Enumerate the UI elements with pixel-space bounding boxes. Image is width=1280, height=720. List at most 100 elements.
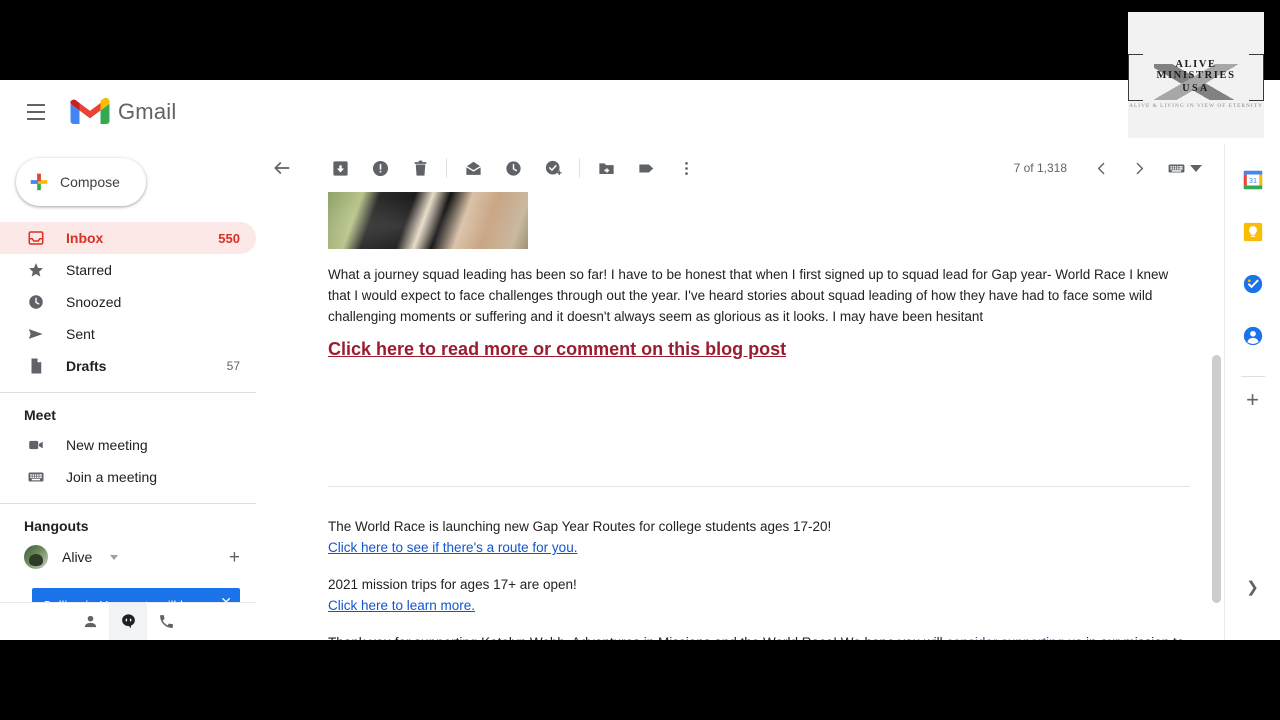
inbox-unread-count: 550 bbox=[218, 230, 240, 246]
sidebar-item-starred[interactable]: Starred bbox=[0, 254, 256, 286]
sidebar-item-inbox[interactable]: Inbox 550 bbox=[0, 222, 256, 254]
sidebar-item-label: Drafts bbox=[66, 358, 107, 374]
calendar-day-number: 31 bbox=[1248, 176, 1256, 185]
right-side-panel: 31 + ❯ bbox=[1224, 144, 1280, 640]
keyboard-icon bbox=[1168, 164, 1185, 172]
toolbar-divider-2 bbox=[579, 158, 580, 178]
toolbar-divider bbox=[446, 158, 447, 178]
blog-post-link[interactable]: Click here to read more or comment on th… bbox=[328, 339, 786, 360]
caret-down-icon bbox=[1190, 164, 1202, 172]
mark-unread-button[interactable] bbox=[453, 148, 493, 188]
add-to-tasks-button[interactable] bbox=[533, 148, 573, 188]
app-header: Gmail bbox=[0, 80, 1280, 144]
mission-trips-line: 2021 mission trips for ages 17+ are open… bbox=[328, 577, 577, 592]
move-to-button[interactable] bbox=[586, 148, 626, 188]
sidebar-item-label: New meeting bbox=[66, 437, 148, 453]
alive-ministries-logo-overlay: ALIVE MINISTRIES USA ALIVE & LIVING IN V… bbox=[1128, 12, 1264, 138]
sidebar-item-join-meeting[interactable]: Join a meeting bbox=[0, 461, 256, 493]
google-calendar-icon[interactable]: 31 bbox=[1233, 160, 1273, 200]
google-tasks-icon[interactable] bbox=[1233, 264, 1273, 304]
expand-panel-chevron-right-icon[interactable]: ❯ bbox=[1246, 578, 1259, 596]
add-to-tasks-icon bbox=[545, 160, 562, 175]
sidebar-item-label: Sent bbox=[66, 326, 95, 342]
delete-trash-icon bbox=[414, 160, 426, 176]
more-options-button[interactable] bbox=[666, 148, 706, 188]
gmail-logo[interactable]: Gmail bbox=[70, 97, 176, 127]
hangouts-tab-calls[interactable] bbox=[147, 603, 185, 641]
labels-button[interactable] bbox=[626, 148, 666, 188]
previous-message-button[interactable] bbox=[1083, 150, 1119, 186]
gmail-app-window: Gmail Search mail Compose Inbox 550 Star… bbox=[0, 80, 1280, 640]
gap-year-route-link[interactable]: Click here to see if there's a route for… bbox=[328, 537, 1192, 558]
add-app-plus-icon[interactable]: + bbox=[1246, 389, 1259, 411]
inbox-icon bbox=[26, 228, 46, 248]
gmail-wordmark: Gmail bbox=[118, 99, 177, 124]
hangouts-tab-contacts[interactable] bbox=[71, 603, 109, 641]
google-contacts-icon[interactable] bbox=[1233, 316, 1273, 356]
google-keep-icon[interactable] bbox=[1233, 212, 1273, 252]
more-vertical-icon bbox=[684, 161, 688, 175]
keyboard-icon bbox=[26, 467, 46, 487]
gap-year-line: The World Race is launching new Gap Year… bbox=[328, 519, 832, 534]
archive-icon bbox=[332, 160, 348, 176]
hangouts-tab-conversations[interactable] bbox=[109, 602, 147, 640]
sidebar-item-label: Snoozed bbox=[66, 294, 122, 310]
hamburger-menu-icon[interactable] bbox=[12, 88, 60, 136]
compose-label: Compose bbox=[60, 174, 120, 190]
content-divider-1 bbox=[328, 486, 1190, 487]
report-spam-icon bbox=[372, 160, 388, 176]
phone-icon bbox=[159, 615, 173, 628]
overlay-line-2: USA bbox=[1182, 82, 1210, 94]
arrow-back-icon bbox=[274, 162, 290, 174]
hangouts-user-row[interactable]: Alive + bbox=[0, 540, 256, 574]
next-message-button[interactable] bbox=[1121, 150, 1157, 186]
plus-icon[interactable]: + bbox=[229, 548, 240, 567]
sidebar-item-sent[interactable]: Sent bbox=[0, 318, 256, 350]
gmail-m-logo bbox=[70, 97, 110, 124]
report-spam-button[interactable] bbox=[360, 148, 400, 188]
gap-year-block: The World Race is launching new Gap Year… bbox=[328, 516, 1192, 558]
mission-trips-link[interactable]: Click here to learn more. bbox=[328, 595, 1192, 616]
draft-icon bbox=[26, 356, 46, 376]
video-camera-icon bbox=[26, 435, 46, 455]
message-pager: 7 of 1,318 bbox=[1014, 150, 1216, 186]
compose-button[interactable]: Compose bbox=[16, 158, 146, 206]
mailbox-nav-list: Inbox 550 Starred Snoozed Sent Drafts 57 bbox=[0, 222, 256, 382]
sidebar-item-new-meeting[interactable]: New meeting bbox=[0, 429, 256, 461]
chevron-left-icon bbox=[1097, 162, 1104, 174]
overlay-line-1: ALIVE MINISTRIES bbox=[1156, 58, 1236, 81]
sidebar-item-label: Starred bbox=[66, 262, 112, 278]
snooze-clock-icon bbox=[505, 160, 521, 176]
screen: Gmail Search mail Compose Inbox 550 Star… bbox=[0, 0, 1280, 720]
sidebar-item-drafts[interactable]: Drafts 57 bbox=[0, 350, 256, 382]
hangouts-quote-icon bbox=[121, 614, 135, 629]
snooze-button[interactable] bbox=[493, 148, 533, 188]
sidebar-item-label: Join a meeting bbox=[66, 469, 158, 485]
message-body: What a journey squad leading has been so… bbox=[256, 192, 1216, 640]
archive-button[interactable] bbox=[320, 148, 360, 188]
sidebar-item-label: Inbox bbox=[66, 230, 104, 246]
caret-down-icon[interactable] bbox=[110, 554, 119, 560]
thank-you-text-pre: Thank you for supporting Katelyn Webb, A… bbox=[328, 635, 946, 640]
back-button[interactable] bbox=[262, 148, 302, 188]
message-toolbar: 7 of 1,318 bbox=[256, 144, 1216, 192]
chevron-right-icon bbox=[1136, 162, 1143, 174]
scrollbar-thumb[interactable] bbox=[1212, 355, 1221, 603]
left-sidebar: Compose Inbox 550 Starred Snoozed Sent D… bbox=[0, 144, 256, 640]
supporting-us-link[interactable]: consider supporting us bbox=[946, 635, 1082, 640]
delete-button[interactable] bbox=[400, 148, 440, 188]
input-tools-button[interactable] bbox=[1167, 159, 1202, 178]
mark-unread-icon bbox=[465, 161, 481, 175]
hangouts-tab-bar bbox=[0, 602, 256, 640]
pager-count: 7 of 1,318 bbox=[1013, 161, 1067, 175]
plus-multicolor-icon bbox=[30, 173, 48, 191]
right-panel-divider bbox=[1240, 376, 1265, 377]
message-paragraph-1: What a journey squad leading has been so… bbox=[328, 267, 1169, 324]
sidebar-item-snoozed[interactable]: Snoozed bbox=[0, 286, 256, 318]
thank-you-paragraph: Thank you for supporting Katelyn Webb, A… bbox=[328, 632, 1192, 640]
send-icon bbox=[26, 324, 46, 344]
label-tag-icon bbox=[638, 164, 653, 172]
avatar bbox=[24, 545, 48, 569]
move-to-folder-icon bbox=[598, 162, 614, 174]
reading-pane-scrollbar[interactable] bbox=[1209, 192, 1224, 640]
